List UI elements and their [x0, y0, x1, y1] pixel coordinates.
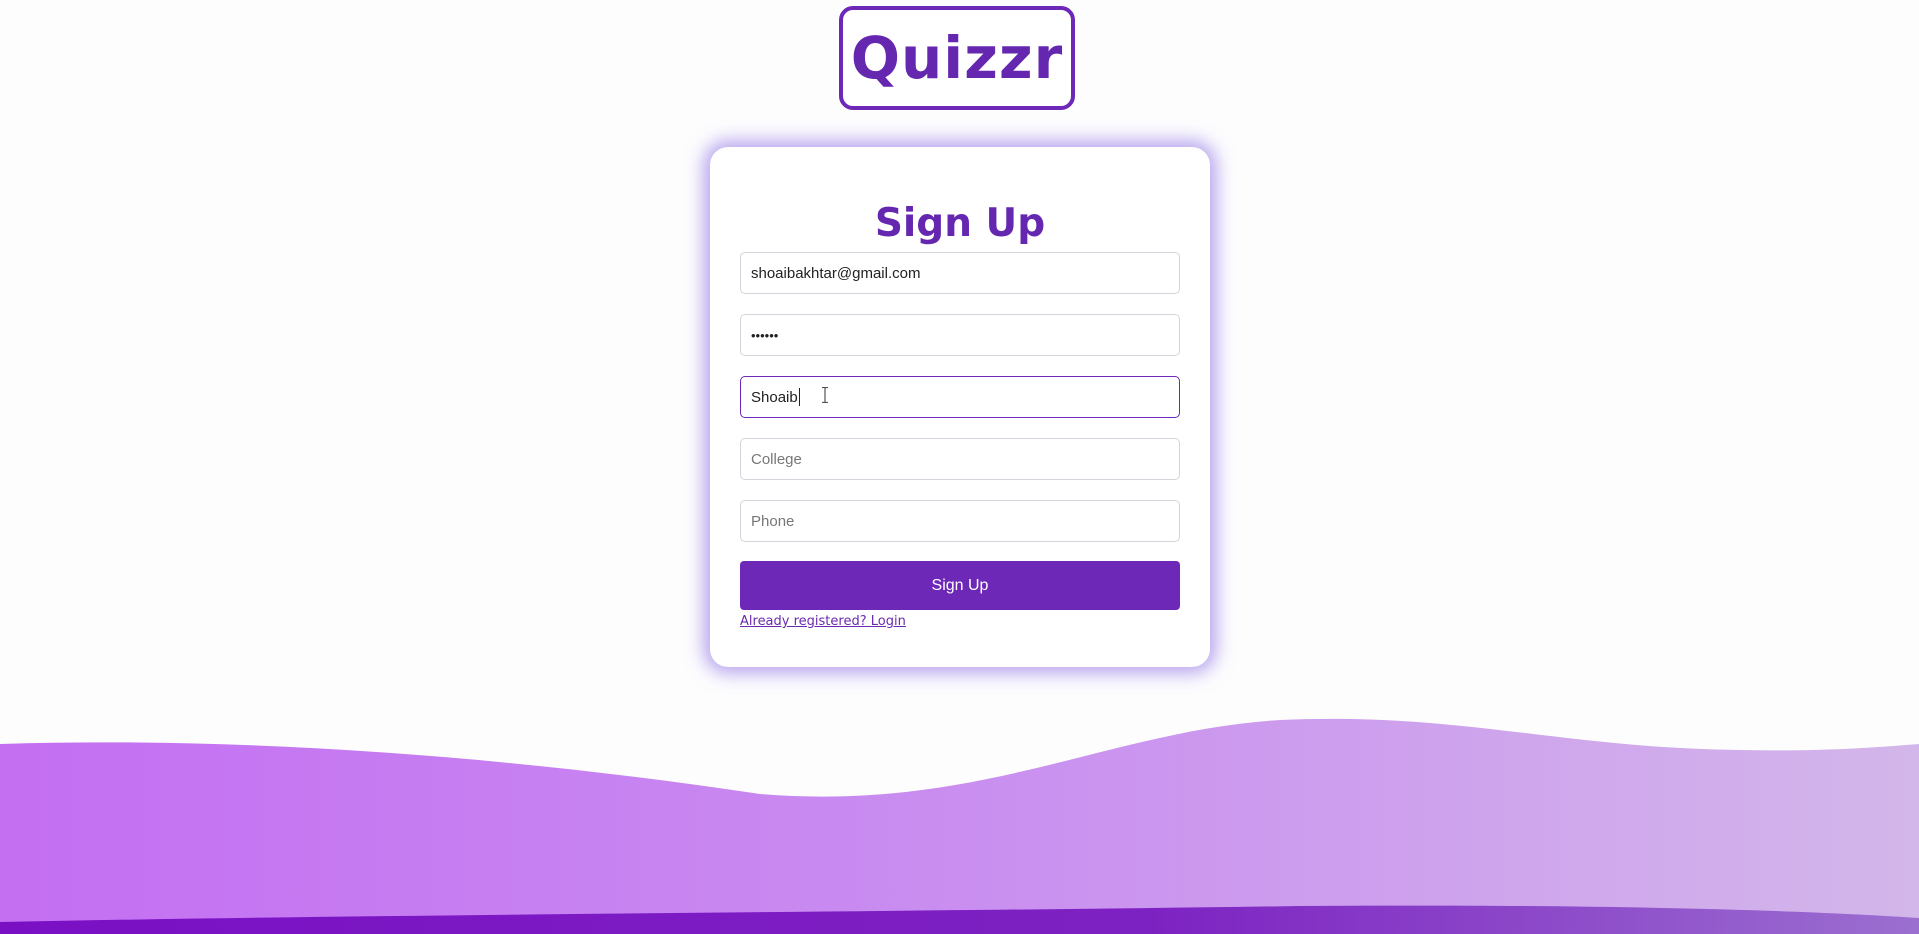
- name-value: Shoaib: [751, 388, 798, 406]
- login-link[interactable]: Already registered? Login: [740, 614, 906, 629]
- email-field[interactable]: shoaibakhtar@gmail.com: [740, 252, 1180, 294]
- quizzr-logo: Quizzr: [839, 6, 1075, 110]
- email-value: shoaibakhtar@gmail.com: [751, 264, 921, 282]
- logo-text: Quizzr: [850, 24, 1064, 92]
- name-field[interactable]: Shoaib: [740, 376, 1180, 418]
- signup-page: Quizzr Sign Up shoaibakhtar@gmail.com ••…: [0, 0, 1919, 934]
- signup-title: Sign Up: [874, 201, 1046, 246]
- password-field[interactable]: ••••••: [740, 314, 1180, 356]
- college-field[interactable]: College: [740, 438, 1180, 480]
- ibeam-cursor-icon: [822, 387, 828, 403]
- signup-card: Sign Up shoaibakhtar@gmail.com •••••• Sh…: [710, 147, 1210, 667]
- password-value: ••••••: [751, 327, 779, 343]
- signup-button[interactable]: Sign Up: [740, 561, 1180, 610]
- wave-background: [0, 718, 1919, 934]
- phone-field[interactable]: Phone: [740, 500, 1180, 542]
- phone-placeholder: Phone: [751, 512, 795, 530]
- college-placeholder: College: [751, 450, 802, 468]
- text-caret: [798, 388, 800, 406]
